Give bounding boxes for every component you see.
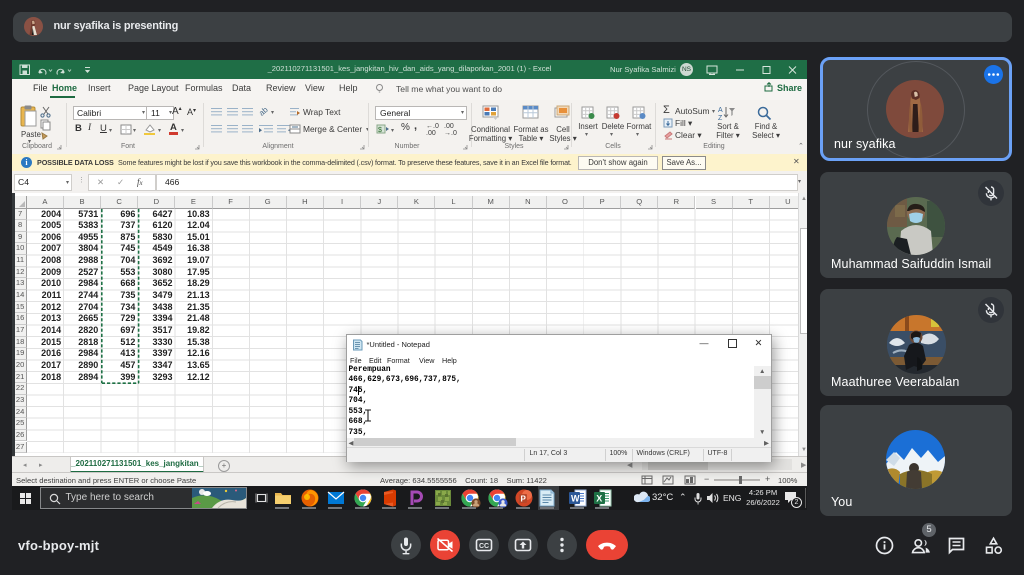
svg-text:$: $ [378, 127, 382, 134]
svg-text:W: W [571, 493, 580, 503]
svg-text:P: P [521, 494, 527, 503]
svg-text:Z: Z [718, 115, 723, 121]
svg-text:A: A [718, 107, 723, 114]
svg-text:X: X [596, 493, 602, 503]
svg-text:CC: CC [479, 543, 489, 550]
